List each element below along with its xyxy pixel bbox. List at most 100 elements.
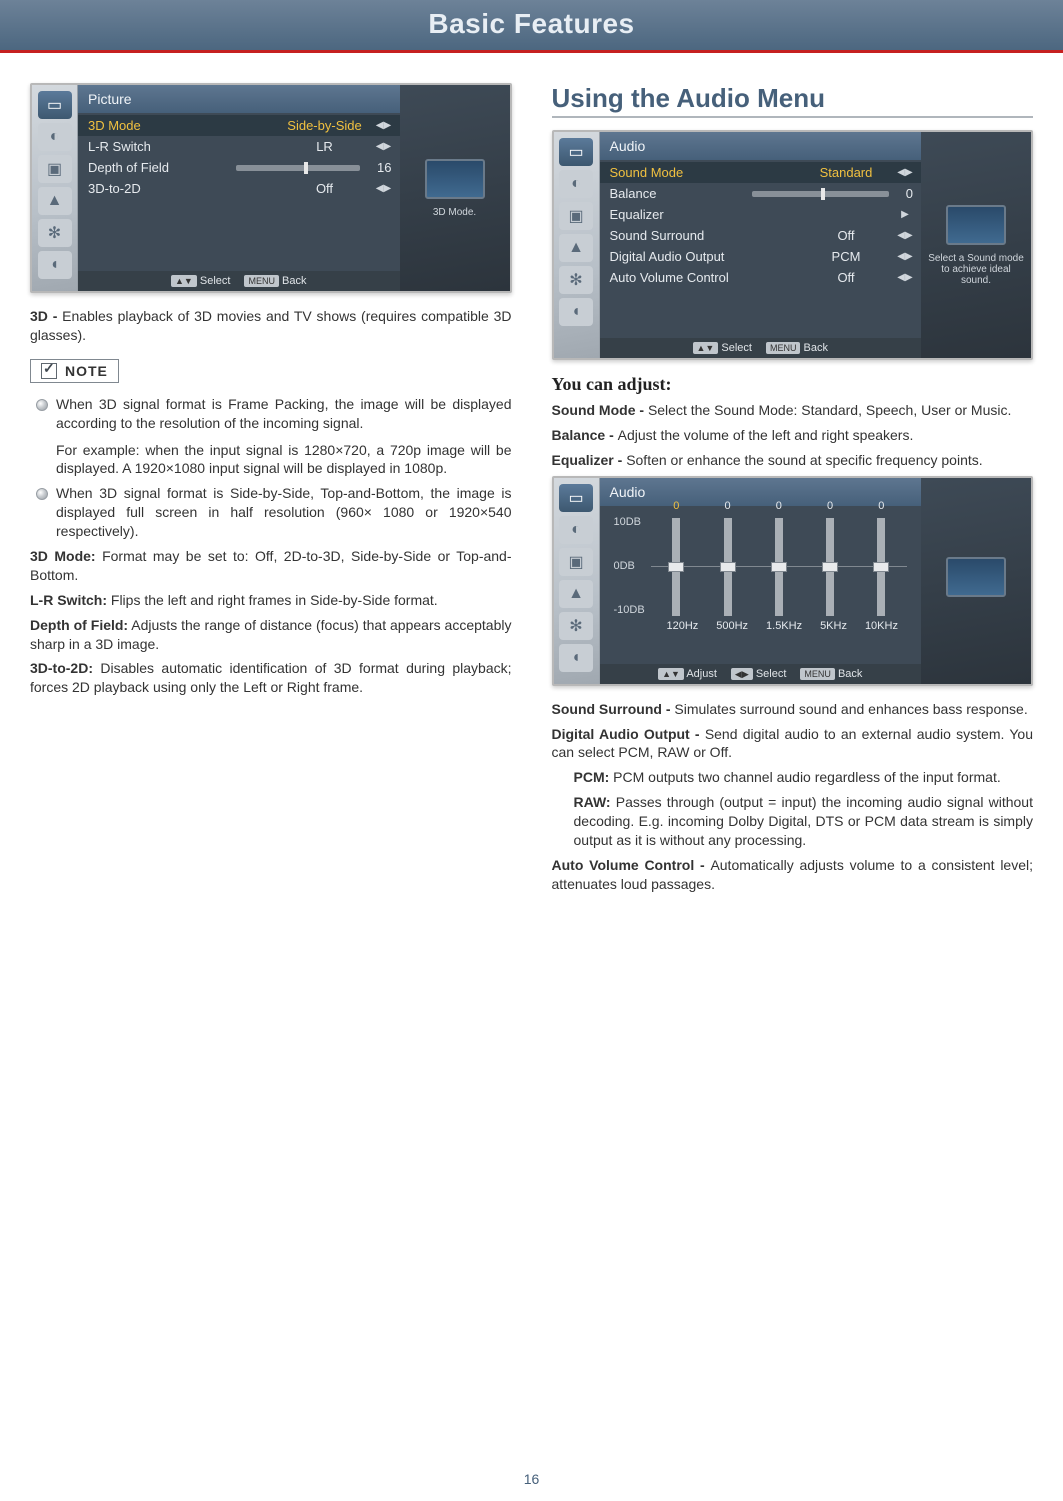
eq-freq-label: 10KHz bbox=[865, 620, 898, 632]
osd-nav-rail: ▭ ◐ ▣ ▲ ✻ ◖ bbox=[554, 132, 600, 358]
menu-row-equalizer[interactable]: Equalizer ▶ bbox=[600, 204, 922, 225]
row-label: Auto Volume Control bbox=[610, 270, 796, 285]
osd-hint-panel: 3D Mode. bbox=[400, 85, 510, 291]
row-value: Off bbox=[801, 228, 891, 243]
eq-val: 0 bbox=[673, 500, 679, 512]
row-label: Balance bbox=[610, 186, 747, 201]
menu-row-lr-switch[interactable]: L-R Switch LR ◀▶ bbox=[78, 136, 400, 157]
row-label: Equalizer bbox=[610, 207, 796, 222]
menu-row-3d-mode[interactable]: 3D Mode Side-by-Side ◀▶ bbox=[78, 115, 400, 136]
gear-icon[interactable]: ✻ bbox=[559, 266, 593, 294]
updown-key-icon: ▲▼ bbox=[693, 342, 719, 354]
def-depth-of-field: Depth of Field: Adjusts the range of dis… bbox=[30, 616, 512, 654]
color-icon[interactable]: ▣ bbox=[559, 202, 593, 230]
checkbox-icon bbox=[41, 363, 57, 379]
row-value: Off bbox=[280, 181, 370, 196]
adjust-heading: You can adjust: bbox=[552, 374, 1034, 395]
eq-y-neg10db: -10DB bbox=[614, 604, 645, 616]
eq-band-120hz[interactable]: 0 bbox=[672, 516, 680, 616]
lr-arrow-icon: ◀▶ bbox=[376, 183, 392, 194]
gear-icon[interactable]: ✻ bbox=[38, 219, 72, 247]
row-label: L-R Switch bbox=[88, 139, 274, 154]
lr-arrow-icon: ◀▶ bbox=[376, 120, 392, 131]
def-sound-surround: Sound Surround - Simulates surround soun… bbox=[552, 700, 1034, 719]
menu-row-balance[interactable]: Balance 0 bbox=[600, 183, 922, 204]
misc-icon[interactable]: ◖ bbox=[559, 644, 593, 672]
page-title-banner: Basic Features bbox=[0, 0, 1063, 53]
audio-icon[interactable]: ▭ bbox=[559, 484, 593, 512]
updown-key-icon: ▲▼ bbox=[171, 275, 197, 287]
eq-val: 0 bbox=[725, 500, 731, 512]
row-value: Off bbox=[801, 270, 891, 285]
osd-title: Picture bbox=[78, 85, 400, 113]
menu-row-3d-to-2d[interactable]: 3D-to-2D Off ◀▶ bbox=[78, 178, 400, 199]
menu-key-icon: MENU bbox=[244, 275, 279, 287]
row-label: 3D Mode bbox=[88, 118, 274, 133]
row-value: 16 bbox=[366, 160, 392, 175]
note-label: NOTE bbox=[65, 363, 108, 379]
eq-band-10khz[interactable]: 0 bbox=[877, 516, 885, 616]
lr-arrow-icon: ◀▶ bbox=[897, 230, 913, 241]
eq-band-1-5khz[interactable]: 0 bbox=[775, 516, 783, 616]
osd-hint-panel bbox=[921, 478, 1031, 684]
osd-hint-text: 3D Mode. bbox=[433, 207, 476, 218]
speaker-icon[interactable]: ▲ bbox=[38, 187, 72, 215]
def-balance: Balance - Adjust the volume of the left … bbox=[552, 426, 1034, 445]
brightness-icon[interactable]: ◐ bbox=[559, 170, 593, 198]
depth-slider[interactable] bbox=[236, 165, 360, 171]
intro-3d: 3D - Enables playback of 3D movies and T… bbox=[30, 307, 512, 345]
eq-freq-label: 5KHz bbox=[820, 620, 847, 632]
osd-footer: ▲▼ Select MENU Back bbox=[78, 271, 400, 291]
speaker-icon[interactable]: ▲ bbox=[559, 580, 593, 608]
lr-arrow-icon: ◀▶ bbox=[897, 167, 913, 178]
menu-key-icon: MENU bbox=[800, 668, 835, 680]
osd-equalizer: ▭ ◐ ▣ ▲ ✻ ◖ Audio 10DB 0DB -10DB bbox=[552, 476, 1034, 686]
lr-arrow-icon: ◀▶ bbox=[376, 141, 392, 152]
row-label: Depth of Field bbox=[88, 160, 230, 175]
lr-arrow-icon: ◀▶ bbox=[897, 251, 913, 262]
def-digital-audio-output: Digital Audio Output - Send digital audi… bbox=[552, 725, 1034, 763]
row-value: LR bbox=[280, 139, 370, 154]
menu-row-sound-surround[interactable]: Sound Surround Off ◀▶ bbox=[600, 225, 922, 246]
eq-band-500hz[interactable]: 0 bbox=[724, 516, 732, 616]
row-label: 3D-to-2D bbox=[88, 181, 274, 196]
section-heading-audio: Using the Audio Menu bbox=[552, 83, 1034, 118]
menu-row-auto-volume-control[interactable]: Auto Volume Control Off ◀▶ bbox=[600, 267, 922, 288]
menu-row-depth-of-field[interactable]: Depth of Field 16 bbox=[78, 157, 400, 178]
picture-icon[interactable]: ▭ bbox=[38, 91, 72, 119]
osd-nav-rail: ▭ ◐ ▣ ▲ ✻ ◖ bbox=[554, 478, 600, 684]
misc-icon[interactable]: ◖ bbox=[559, 298, 593, 326]
row-label: Sound Surround bbox=[610, 228, 796, 243]
def-3d-to-2d: 3D-to-2D: Disables automatic identificat… bbox=[30, 659, 512, 697]
footer-back: Back bbox=[838, 668, 862, 680]
menu-row-sound-mode[interactable]: Sound Mode Standard ◀▶ bbox=[600, 162, 922, 183]
footer-select: Select bbox=[200, 275, 231, 287]
menu-row-digital-audio-output[interactable]: Digital Audio Output PCM ◀▶ bbox=[600, 246, 922, 267]
footer-back: Back bbox=[282, 275, 306, 287]
audio-icon[interactable]: ▭ bbox=[559, 138, 593, 166]
osd-hint-text: Select a Sound mode to achieve ideal sou… bbox=[927, 253, 1025, 286]
osd-title: Audio bbox=[600, 132, 922, 160]
osd-picture-menu: ▭ ◐ ▣ ▲ ✻ ◖ Picture 3D Mode Side-by-Side… bbox=[30, 83, 512, 293]
osd-hint-panel: Select a Sound mode to achieve ideal sou… bbox=[921, 132, 1031, 358]
osd-title: Audio bbox=[600, 478, 922, 506]
misc-icon[interactable]: ◖ bbox=[38, 251, 72, 279]
row-value: Standard bbox=[801, 165, 891, 180]
speaker-icon[interactable]: ▲ bbox=[559, 234, 593, 262]
note-item-1: When 3D signal format is Frame Packing, … bbox=[34, 395, 512, 479]
brightness-icon[interactable]: ◐ bbox=[559, 516, 593, 544]
gear-icon[interactable]: ✻ bbox=[559, 612, 593, 640]
balance-slider[interactable] bbox=[752, 191, 889, 197]
def-raw: RAW: Passes through (output = input) the… bbox=[552, 793, 1034, 850]
def-equalizer: Equalizer - Soften or enhance the sound … bbox=[552, 451, 1034, 470]
row-label: Sound Mode bbox=[610, 165, 796, 180]
eq-band-5khz[interactable]: 0 bbox=[826, 516, 834, 616]
leftright-key-icon: ◀▶ bbox=[731, 668, 753, 680]
brightness-icon[interactable]: ◐ bbox=[38, 123, 72, 151]
eq-y-0db: 0DB bbox=[614, 560, 645, 572]
row-label: Digital Audio Output bbox=[610, 249, 796, 264]
eq-val: 0 bbox=[776, 500, 782, 512]
color-icon[interactable]: ▣ bbox=[559, 548, 593, 576]
color-icon[interactable]: ▣ bbox=[38, 155, 72, 183]
row-value: PCM bbox=[801, 249, 891, 264]
